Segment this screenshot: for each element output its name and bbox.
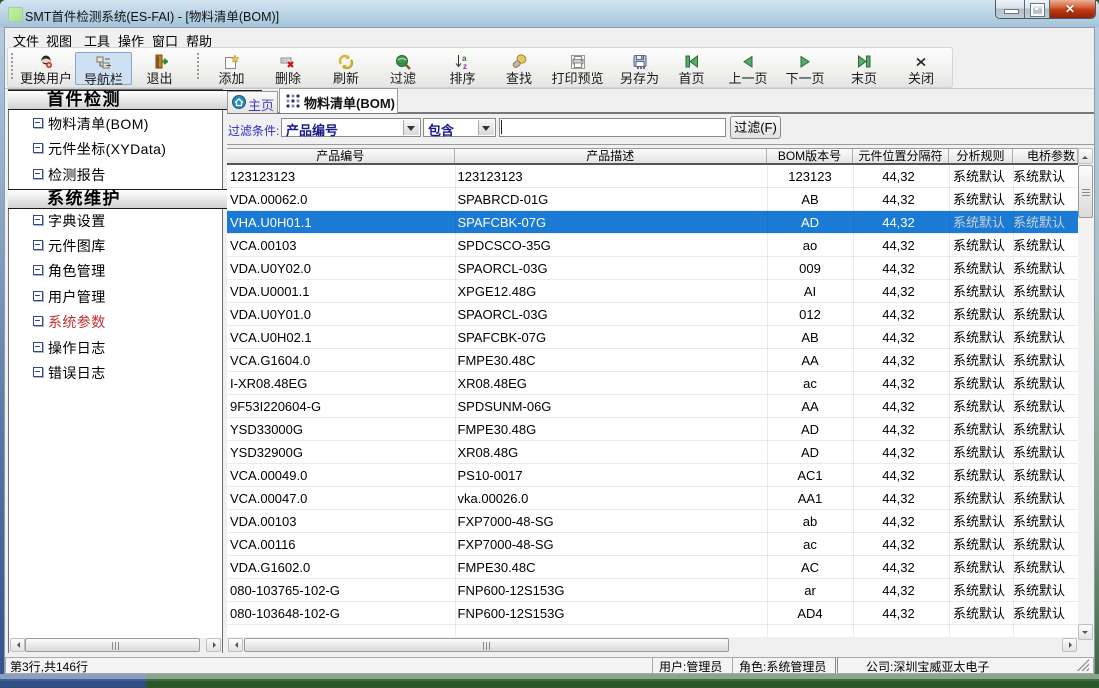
svg-text:z: z — [463, 62, 467, 70]
